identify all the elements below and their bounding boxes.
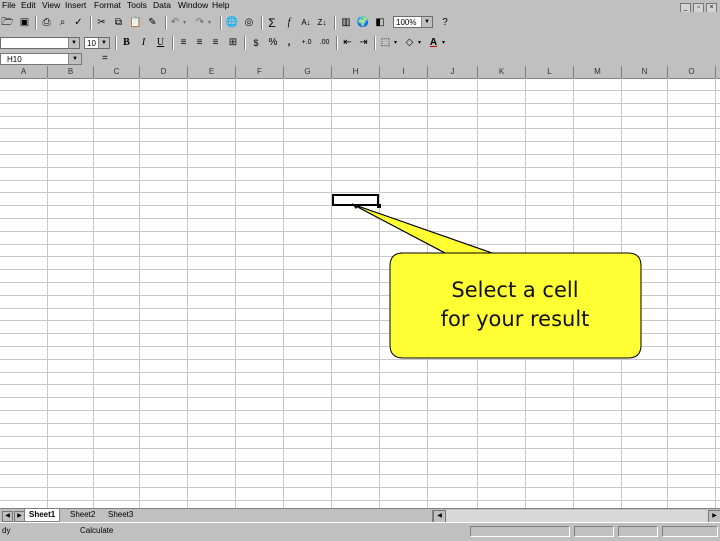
status-panel bbox=[662, 526, 718, 537]
status-bar: dy Calculate bbox=[0, 522, 720, 541]
callout-text: Select a cell for your result bbox=[392, 276, 638, 334]
horizontal-scrollbar[interactable]: ◀ ▶ bbox=[432, 510, 720, 523]
status-ready: dy bbox=[2, 526, 11, 535]
sheet-tab-2[interactable]: Sheet2 bbox=[66, 509, 99, 521]
callout-line-2: for your result bbox=[440, 307, 590, 331]
sheet-tab-bar: ◀ ▶ Sheet1 Sheet2 Sheet3 ◀ ▶ bbox=[0, 508, 720, 523]
sheet-tab-1[interactable]: Sheet1 bbox=[24, 509, 61, 522]
callout-line-1: Select a cell bbox=[451, 278, 579, 302]
status-panel bbox=[574, 526, 614, 537]
callout-shape bbox=[351, 203, 642, 359]
status-panel bbox=[618, 526, 658, 537]
status-panel bbox=[470, 526, 570, 537]
status-calculate: Calculate bbox=[80, 526, 114, 535]
first-sheet-icon[interactable]: ◀ bbox=[2, 511, 13, 522]
sheet-tab-3[interactable]: Sheet3 bbox=[104, 509, 137, 521]
callout-pointer bbox=[351, 203, 493, 254]
